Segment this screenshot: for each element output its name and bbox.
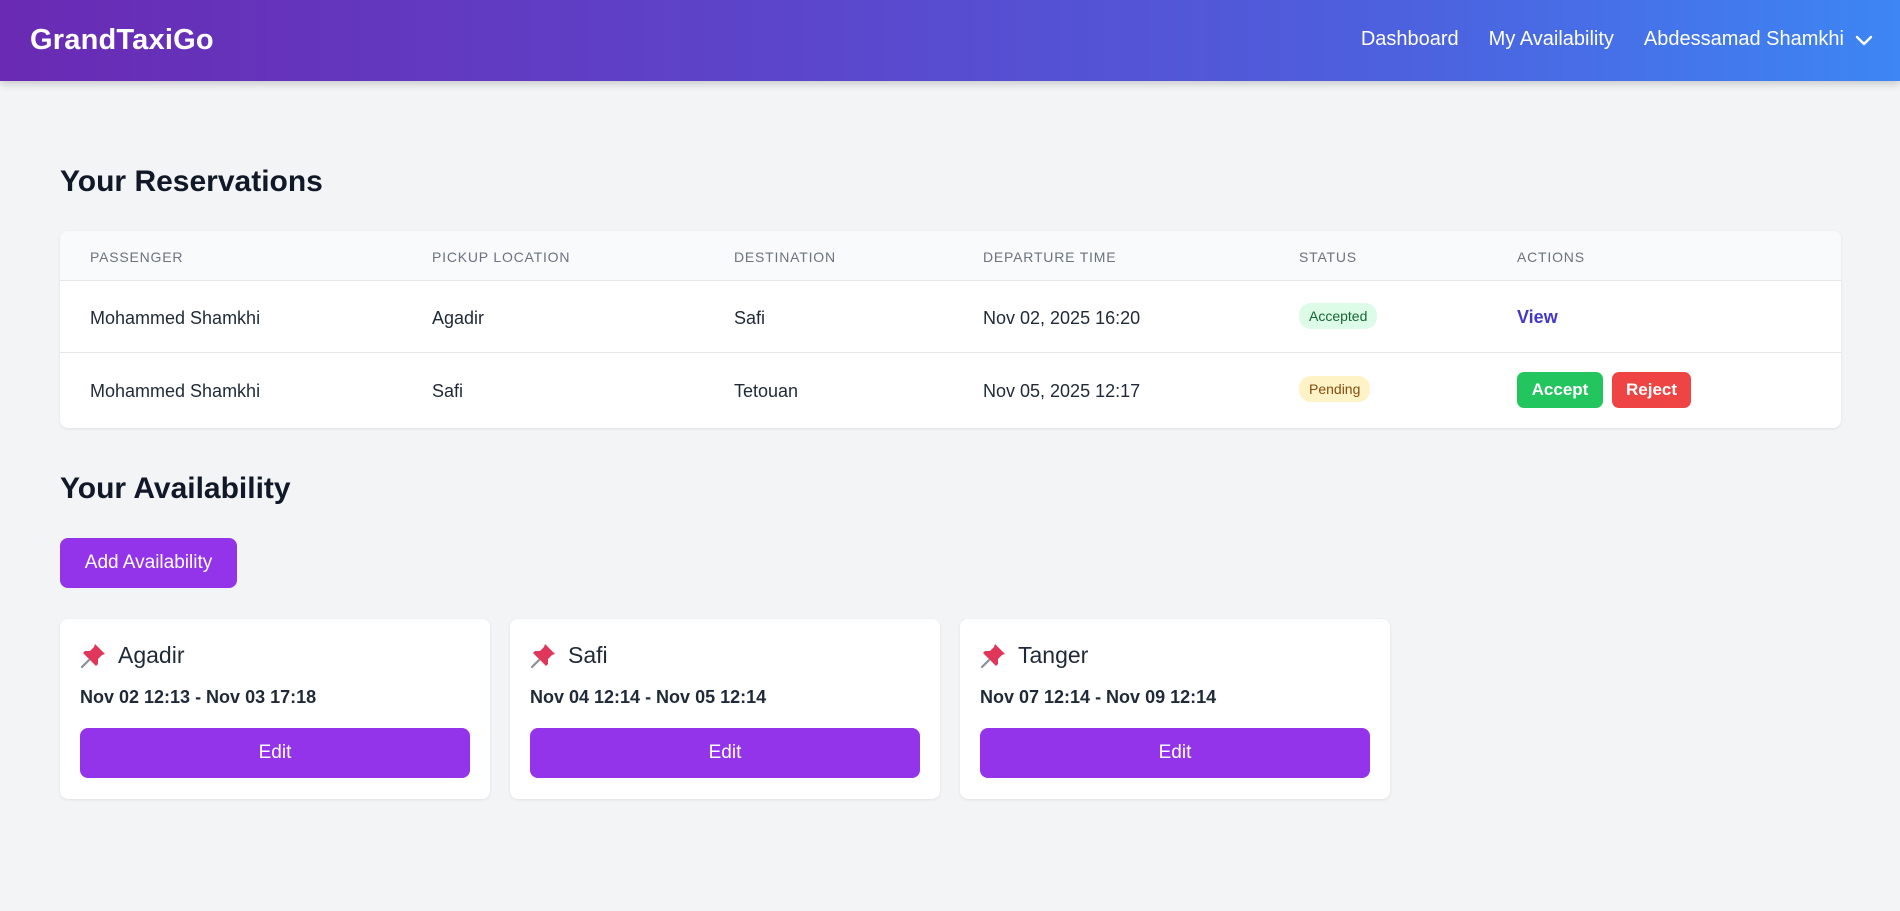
brand-logo[interactable]: GrandTaxiGo	[30, 24, 214, 57]
cell-passenger: Mohammed Shamkhi	[90, 308, 261, 328]
cell-departure: Nov 05, 2025 12:17	[983, 381, 1141, 401]
column-header-actions: Actions	[1517, 249, 1585, 265]
availability-card: Safi Nov 04 12:14 - Nov 05 12:14 Edit	[510, 619, 940, 799]
column-header-status: Status	[1299, 249, 1357, 265]
availability-dates: Nov 04 12:14 - Nov 05 12:14	[530, 687, 767, 707]
nav-link-my-availability[interactable]: My Availability	[1489, 28, 1614, 51]
chevron-down-icon	[1854, 30, 1874, 50]
table-row: Mohammed Shamkhi Agadir Safi Nov 02, 202…	[60, 281, 1841, 353]
pushpin-icon	[980, 641, 1008, 669]
add-availability-button[interactable]: Add Availability	[60, 538, 237, 588]
cell-destination: Safi	[734, 308, 766, 328]
cell-departure: Nov 02, 2025 16:20	[983, 308, 1141, 328]
status-badge: Pending	[1299, 376, 1371, 402]
availability-dates: Nov 02 12:13 - Nov 03 17:18	[80, 687, 317, 707]
cell-passenger: Mohammed Shamkhi	[90, 381, 261, 401]
top-navbar: GrandTaxiGo Dashboard My Availability Ab…	[0, 0, 1900, 81]
view-reservation-link[interactable]: View	[1517, 307, 1558, 328]
column-header-destination: Destination	[734, 249, 836, 265]
table-header: Passenger Pickup Location Destination De…	[60, 231, 1841, 281]
card-title: Safi	[530, 641, 608, 669]
card-title: Agadir	[80, 641, 184, 669]
table-row: Mohammed Shamkhi Safi Tetouan Nov 05, 20…	[60, 354, 1841, 426]
availability-city: Agadir	[118, 641, 185, 668]
availability-heading: Your Availability	[60, 472, 291, 505]
accept-button[interactable]: Accept	[1517, 372, 1603, 408]
availability-card: Agadir Nov 02 12:13 - Nov 03 17:18 Edit	[60, 619, 490, 799]
cell-pickup: Agadir	[432, 308, 485, 328]
reservations-heading: Your Reservations	[60, 165, 323, 198]
status-badge: Accepted	[1299, 303, 1378, 329]
column-header-passenger: Passenger	[90, 249, 184, 265]
edit-availability-button[interactable]: Edit	[980, 728, 1370, 778]
cell-destination: Tetouan	[734, 381, 799, 401]
nav-links: Dashboard My Availability Abdessamad Sha…	[1331, 28, 1874, 51]
edit-availability-button[interactable]: Edit	[80, 728, 470, 778]
column-header-departure: Departure Time	[983, 249, 1117, 265]
column-header-pickup: Pickup Location	[432, 249, 571, 265]
availability-card: Tanger Nov 07 12:14 - Nov 09 12:14 Edit	[960, 619, 1390, 799]
nav-link-dashboard[interactable]: Dashboard	[1361, 28, 1459, 51]
availability-city: Safi	[568, 641, 608, 668]
pushpin-icon	[530, 641, 558, 669]
card-title: Tanger	[980, 641, 1088, 669]
cell-pickup: Safi	[432, 381, 464, 401]
reservations-table: Passenger Pickup Location Destination De…	[60, 231, 1841, 428]
availability-city: Tanger	[1018, 641, 1089, 668]
pushpin-icon	[80, 641, 108, 669]
user-name: Abdessamad Shamkhi	[1643, 28, 1844, 50]
reject-button[interactable]: Reject	[1612, 372, 1691, 408]
user-menu[interactable]: Abdessamad Shamkhi	[1644, 28, 1874, 51]
availability-dates: Nov 07 12:14 - Nov 09 12:14	[980, 687, 1217, 707]
edit-availability-button[interactable]: Edit	[530, 728, 920, 778]
